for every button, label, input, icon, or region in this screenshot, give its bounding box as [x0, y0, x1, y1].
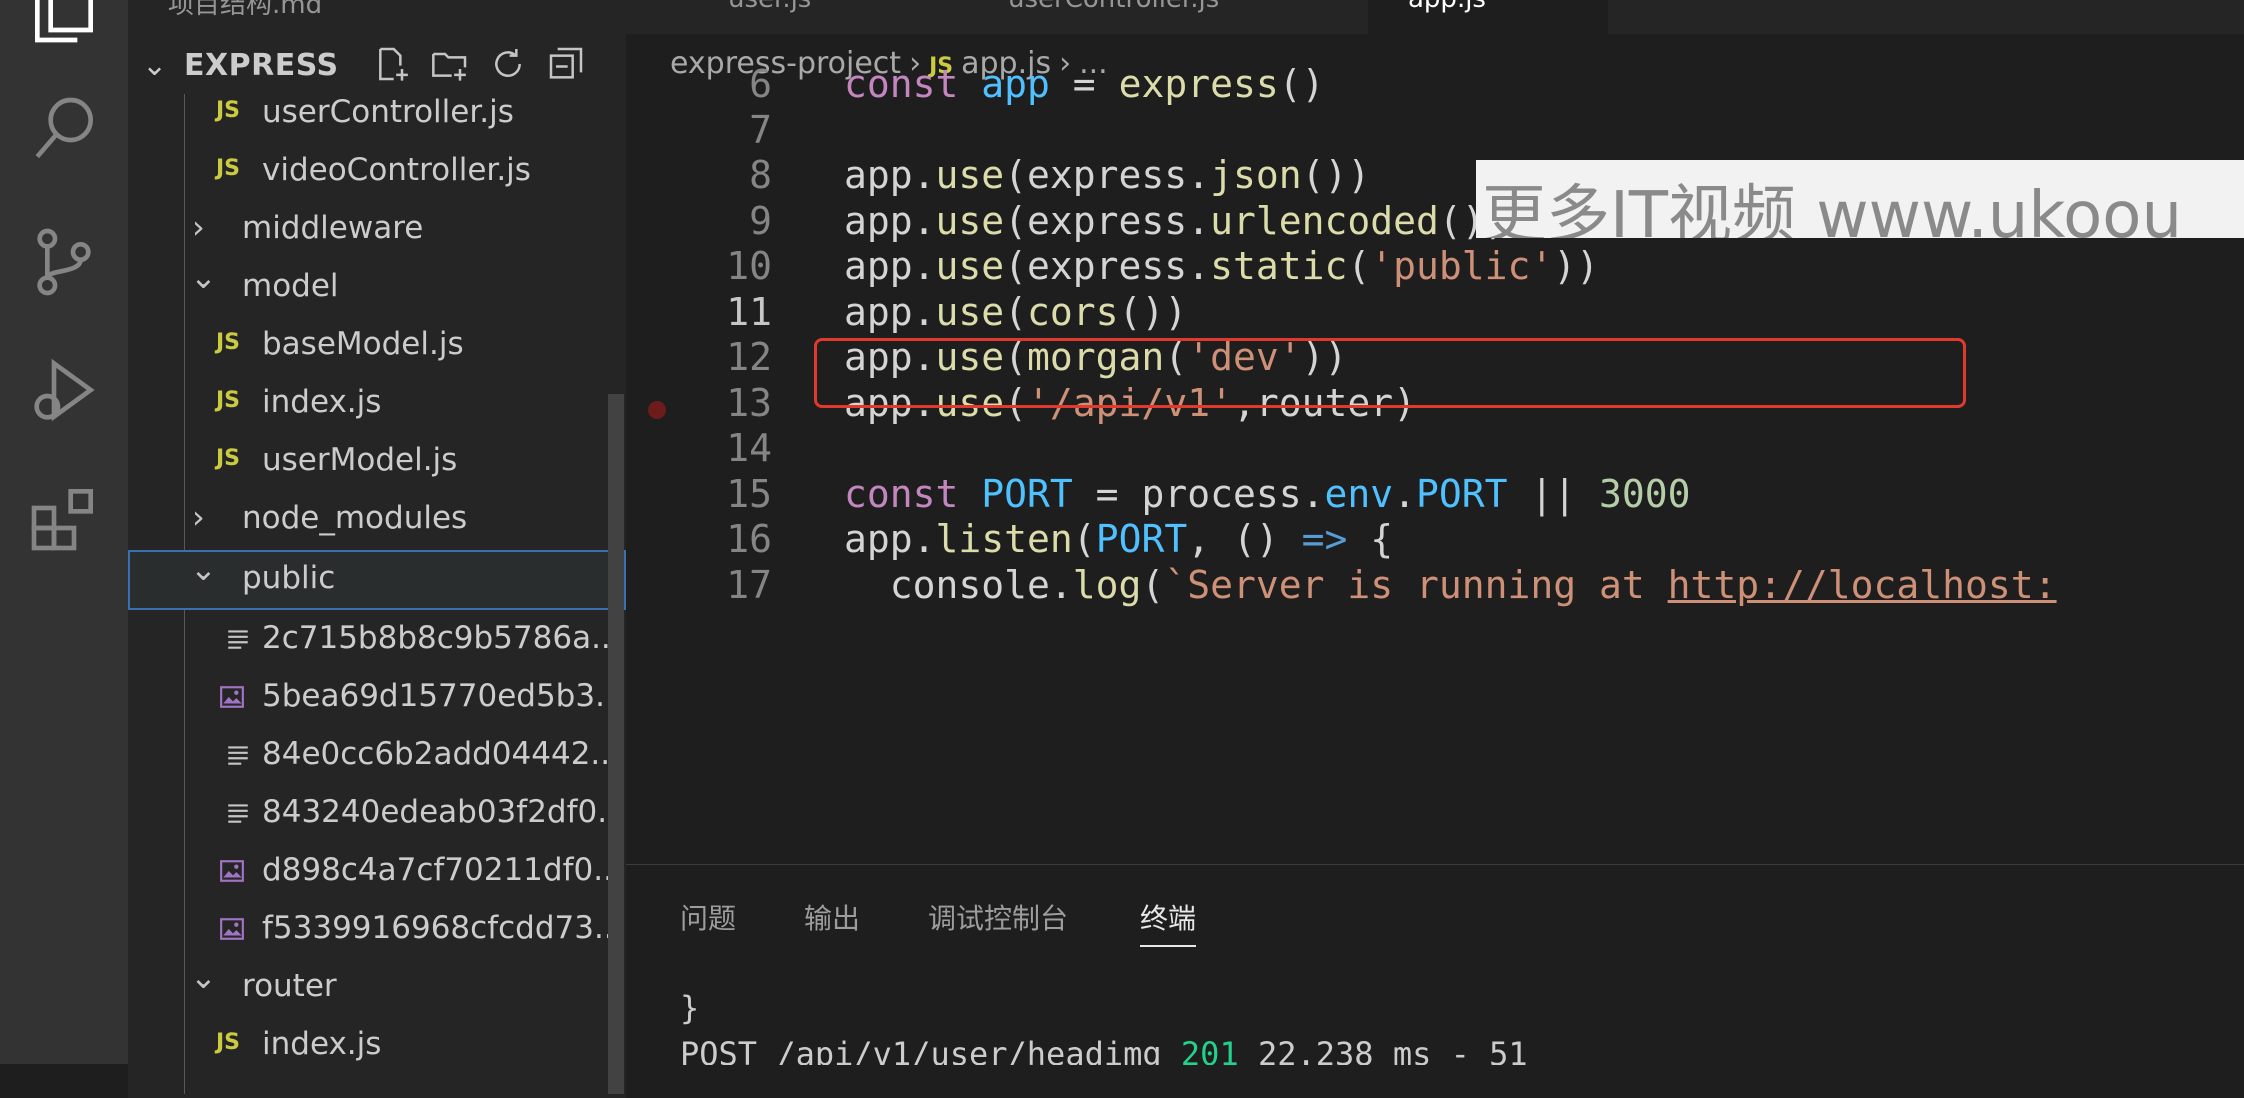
tree-item-public[interactable]: ⌄ public [128, 550, 626, 610]
chevron-down-icon: ⌄ [142, 48, 168, 83]
code-token: `Server is running at [1164, 562, 1668, 607]
extensions-icon[interactable] [24, 478, 104, 558]
chevron-down-icon: ⌄ [190, 550, 217, 588]
tree-item-public-file-3[interactable]: 84e0cc6b2add04442... [128, 726, 626, 784]
refresh-icon[interactable] [488, 44, 528, 84]
tab-terminal[interactable]: 终端 [1140, 897, 1197, 947]
tree-item-public-file-5[interactable]: d898c4a7cf70211df0... [128, 842, 626, 900]
js-file-icon: JS [216, 156, 241, 181]
tree-item-router-index[interactable]: JS index.js [128, 1016, 626, 1074]
tree-item-model[interactable]: ⌄ model [128, 258, 626, 316]
tree-item-router[interactable]: ⌄ router [128, 958, 626, 1016]
js-file-icon: JS [216, 330, 241, 355]
tree-item-usermodel[interactable]: JS userModel.js [128, 432, 626, 490]
code-editor[interactable]: express-project › JS app.js ›... 6 const app … [626, 34, 2244, 864]
tab-debug-console[interactable]: 调试控制台 [928, 897, 1068, 937]
tab-structure-md[interactable]: 项目结构.md [128, 0, 528, 34]
js-file-icon: JS [216, 388, 241, 413]
tree-item-public-file-4[interactable]: 843240edeab03f2df0... [128, 784, 626, 842]
highlight-annotation-box [814, 338, 1966, 408]
tab-output[interactable]: 输出 [804, 897, 860, 937]
new-folder-icon[interactable] [430, 44, 470, 84]
tree-item-public-file-6[interactable]: f5339916968cfcdd73... [128, 900, 626, 958]
search-icon[interactable] [24, 90, 104, 170]
image-file-icon [220, 686, 244, 708]
chevron-down-icon: ⌄ [190, 958, 217, 996]
image-file-icon [220, 918, 244, 940]
source-control-icon[interactable] [24, 222, 104, 302]
terminal-line: } [680, 989, 700, 1027]
tree-item-usercontroller[interactable]: JS userController.js [128, 84, 626, 142]
code-token: log [1072, 562, 1142, 607]
code-token: console. [844, 562, 1073, 607]
chevron-down-icon: ⌄ [190, 258, 217, 296]
tree-item-public-file-1[interactable]: 2c715b8b8c9b5786a... [128, 610, 626, 668]
tree-item-middleware[interactable]: › middleware [128, 200, 626, 258]
js-file-icon: JS [216, 1030, 241, 1055]
line-number: 17 [726, 562, 772, 607]
js-file-icon: JS [216, 446, 241, 471]
new-file-icon[interactable] [372, 44, 412, 84]
tree-item-public-file-2[interactable]: 5bea69d15770ed5b3... [128, 668, 626, 726]
tree-item-basemodel[interactable]: JS baseModel.js [128, 316, 626, 374]
tab-user-js[interactable]: user.js [688, 0, 908, 34]
js-file-icon: JS [216, 98, 241, 123]
code-token: http://localhost: [1667, 562, 2057, 607]
explorer-sidebar: ⌄ EXPRESS JS userController.js JS videoC… [128, 34, 626, 1098]
chevron-right-icon: › [192, 498, 205, 536]
tab-problems[interactable]: 问题 [680, 897, 736, 937]
text-file-icon [228, 746, 248, 765]
explorer-title: EXPRESS [184, 48, 339, 83]
bottom-panel: 问题 输出 调试控制台 终端 } POST /api/v1/user/headi… [626, 864, 2244, 1065]
code-token: ( [1141, 562, 1165, 607]
tab-user-controller-js[interactable]: userController.js [968, 0, 1368, 34]
terminal-line: POST /api/v1/user/headimg 201 22.238 ms … [680, 1035, 1528, 1065]
tree-item-videocontroller[interactable]: JS videoController.js [128, 142, 626, 200]
sidebar-scrollbar[interactable] [608, 394, 624, 1094]
tab-app-js[interactable]: app.js [1368, 0, 1608, 34]
editor-tab-bar: 项目结构.md user.js userController.js app.js [128, 0, 2244, 34]
activity-bar [0, 0, 128, 1064]
run-debug-icon[interactable] [24, 350, 104, 430]
watermark: 更多IT视频 www.ukoou [1476, 160, 2244, 238]
tree-item-node-modules[interactable]: › node_modules [128, 490, 626, 548]
code-line[interactable]: 17 console.log(`Server is running at htt… [626, 555, 2244, 619]
text-file-icon [228, 630, 248, 649]
code-text: console.log(`Server is running at http:/… [844, 563, 2057, 607]
tree-item-model-index[interactable]: JS index.js [128, 374, 626, 432]
image-file-icon [220, 860, 244, 882]
breakpoint-icon[interactable] [648, 400, 666, 419]
chevron-right-icon: › [192, 208, 205, 246]
explorer-icon[interactable] [24, 0, 104, 50]
text-file-icon [228, 804, 248, 823]
collapse-all-icon[interactable] [546, 44, 586, 84]
